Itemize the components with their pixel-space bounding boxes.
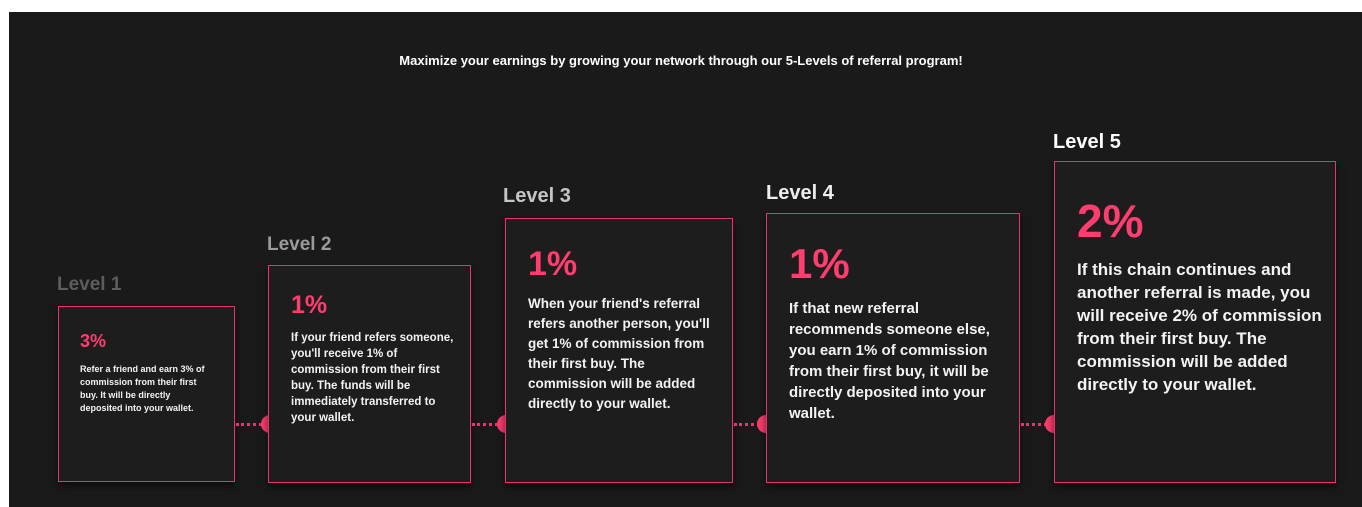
level-2-card: 1% If your friend refers someone, you'll… (268, 265, 471, 483)
level-3-percent: 1% (528, 245, 578, 283)
level-2-percent: 1% (291, 291, 328, 319)
connector-dots (236, 423, 262, 426)
level-3-description: When your friend's referral refers anoth… (528, 296, 710, 411)
level-1-card: 3% Refer a friend and earn 3% of commiss… (58, 306, 235, 482)
level-2-title: Level 2 (267, 234, 332, 255)
connector-dots (1021, 423, 1047, 426)
level-3-title: Level 3 (503, 185, 571, 207)
level-2-description: If your friend refers someone, you'll re… (291, 332, 454, 424)
level-5-card: 2% If this chain continues and another r… (1054, 161, 1336, 483)
level-1-description: Refer a friend and earn 3% of commission… (80, 364, 205, 413)
level-4-percent: 1% (789, 240, 850, 287)
level-1-percent: 3% (80, 331, 107, 351)
level-4-card: 1% If that new referral recommends someo… (766, 213, 1020, 483)
level-4-description: If that new referral recommends someone … (789, 300, 990, 422)
connector-dots (472, 423, 498, 426)
level-5-title: Level 5 (1053, 131, 1121, 153)
level-5-percent: 2% (1077, 195, 1144, 247)
intro-text: Maximize your earnings by growing your n… (399, 53, 963, 68)
level-1-title: Level 1 (57, 274, 122, 295)
level-5-description: If this chain continues and another refe… (1077, 260, 1322, 394)
level-4-title: Level 4 (766, 182, 834, 204)
level-3-card: 1% When your friend's referral refers an… (505, 218, 733, 483)
